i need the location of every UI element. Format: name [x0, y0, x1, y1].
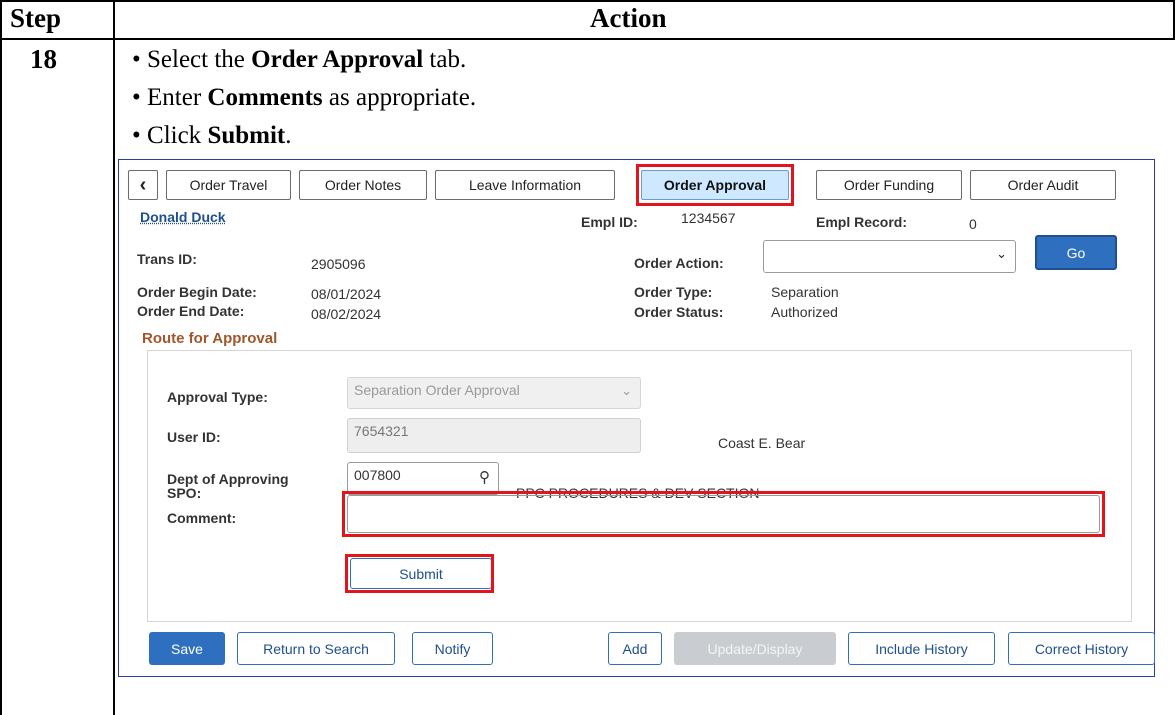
tab-leave-information[interactable]: Leave Information [435, 170, 615, 200]
chevron-down-icon: ⌄ [996, 246, 1007, 261]
save-button[interactable]: Save [149, 632, 225, 665]
route-for-approval-title: Route for Approval [142, 330, 278, 347]
approval-type-select: Separation Order Approval ⌄ [347, 377, 641, 409]
instruction-bullet-2: • Enter Comments as appropriate. [132, 84, 477, 111]
route-for-approval-panel: Approval Type: Separation Order Approval… [147, 350, 1132, 622]
empl-record-label: Empl Record: [816, 214, 908, 230]
step-number: 18 [30, 44, 57, 74]
notify-button[interactable]: Notify [412, 632, 493, 665]
tab-order-travel[interactable]: Order Travel [166, 170, 291, 200]
table-border-left [0, 0, 2, 715]
embedded-screenshot: ‹ Order Travel Order Notes Leave Informa… [118, 159, 1155, 677]
comment-highlight [342, 491, 1105, 537]
trans-id-value: 2905096 [311, 256, 366, 272]
tab-order-notes[interactable]: Order Notes [299, 170, 427, 200]
chevron-down-icon: ⌄ [621, 383, 632, 398]
order-end-date-value: 08/02/2024 [311, 306, 382, 322]
user-id-value: 7654321 [354, 423, 409, 439]
order-end-date-label: Order End Date: [137, 303, 245, 319]
empl-id-value: 1234567 [681, 210, 736, 226]
table-column-divider [113, 0, 115, 715]
order-begin-date-value: 08/01/2024 [311, 286, 382, 302]
order-status-value: Authorized [771, 304, 838, 320]
user-name-value: Coast E. Bear [718, 435, 806, 451]
user-id-label: User ID: [167, 429, 221, 445]
step-header: Step [10, 3, 62, 33]
order-action-label: Order Action: [634, 255, 724, 271]
add-button[interactable]: Add [608, 632, 662, 665]
employee-name-link[interactable]: Donald Duck [140, 209, 226, 225]
instruction-bullet-1: • Select the Order Approval tab. [132, 46, 467, 73]
order-type-value: Separation [771, 284, 839, 300]
tab-order-funding[interactable]: Order Funding [816, 170, 962, 200]
approval-type-value: Separation Order Approval [354, 382, 520, 398]
dept-value: 007800 [354, 467, 401, 483]
approval-type-label: Approval Type: [167, 389, 268, 405]
order-type-label: Order Type: [634, 284, 713, 300]
order-action-select[interactable]: ⌄ [763, 240, 1016, 273]
table-header-divider [0, 38, 1175, 40]
order-approval-tab-highlight [636, 164, 794, 206]
order-begin-date-label: Order Begin Date: [137, 284, 257, 300]
update-display-button: Update/Display [674, 632, 836, 665]
submit-highlight [345, 554, 494, 593]
correct-history-button[interactable]: Correct History [1008, 632, 1155, 665]
empl-record-value: 0 [969, 216, 977, 232]
instruction-bullet-3: • Click Submit. [132, 122, 292, 149]
table-border-top [0, 0, 1175, 2]
include-history-button[interactable]: Include History [848, 632, 995, 665]
dept-label-line-2: SPO: [167, 485, 202, 501]
tab-scroll-left[interactable]: ‹ [128, 170, 158, 200]
return-to-search-button[interactable]: Return to Search [237, 632, 395, 665]
comment-label: Comment: [167, 510, 237, 526]
order-status-label: Order Status: [634, 304, 724, 320]
action-header: Action [590, 3, 667, 33]
go-button[interactable]: Go [1035, 235, 1117, 270]
empl-id-label: Empl ID: [581, 214, 638, 230]
search-icon[interactable]: ⚲ [479, 468, 490, 486]
tab-order-audit[interactable]: Order Audit [970, 170, 1116, 200]
user-id-field: 7654321 [347, 418, 641, 453]
trans-id-label: Trans ID: [137, 251, 197, 267]
